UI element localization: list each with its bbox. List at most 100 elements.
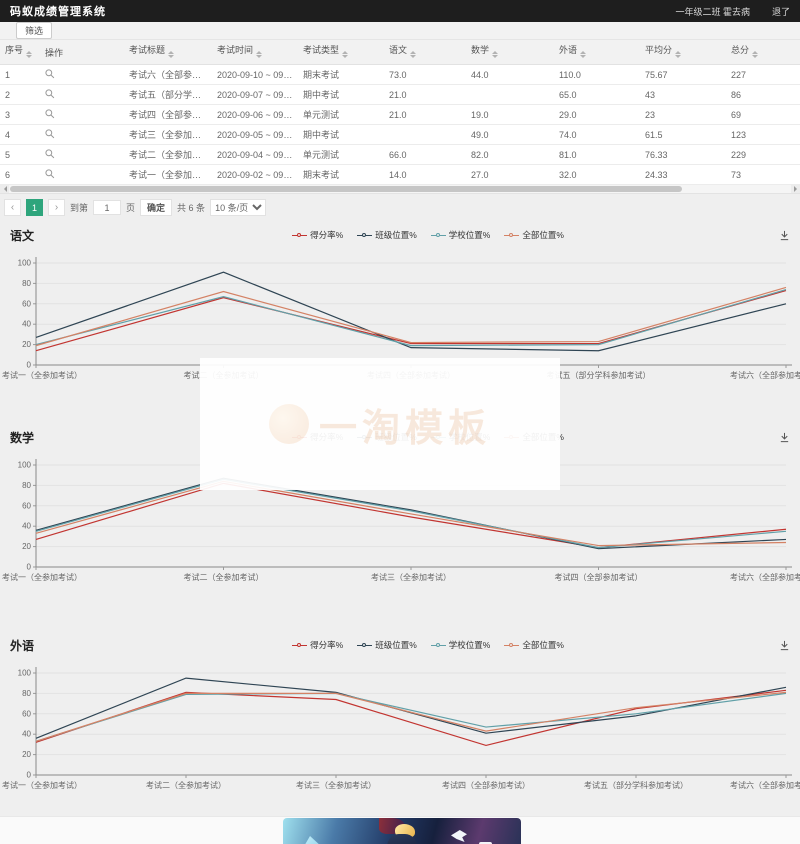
cell-action: [40, 65, 124, 85]
col-type: 考试类型: [298, 40, 384, 65]
current-page-button[interactable]: 1: [26, 199, 43, 216]
scroll-right-icon[interactable]: [791, 185, 800, 193]
legend-marker-icon: [431, 232, 446, 239]
series-line-得分率%: [36, 483, 786, 547]
magnifier-icon: [45, 91, 55, 101]
page-footer: 感谢ThinkPHP,X-adm…的支持。 本系统… M: [0, 816, 800, 844]
legend-item[interactable]: 得分率%: [292, 229, 343, 241]
sort-icon[interactable]: [752, 48, 758, 61]
download-chart-icon[interactable]: [776, 230, 790, 241]
cell-type: 期末考试: [298, 165, 384, 185]
cell-action: [40, 165, 124, 185]
col-title: 考试标题: [124, 40, 212, 65]
view-detail-button[interactable]: [45, 169, 55, 181]
cell-time: 2020-09-05 ~ 09-05: [212, 125, 298, 145]
cell-action: [40, 125, 124, 145]
column-label: 考试时间: [217, 45, 253, 55]
col-chinese: 语文: [384, 40, 466, 65]
cell-chinese: 14.0: [384, 165, 466, 185]
cell-title: 考试二（全参加考试）: [124, 145, 212, 165]
legend-label: 得分率%: [310, 639, 343, 651]
table-row: 2考试五（部分学科参加考试）2020-09-07 ~ 09-07期中考试21.0…: [0, 85, 800, 105]
svg-text:40: 40: [22, 730, 31, 739]
legend-marker-icon: [292, 642, 307, 649]
view-detail-button[interactable]: [45, 109, 55, 121]
app-header: 码蚁成绩管理系统 一年级二班 霍去病 退了: [0, 0, 800, 22]
legend-marker-icon: [357, 232, 372, 239]
sort-icon[interactable]: [410, 48, 416, 61]
svg-text:0: 0: [27, 771, 32, 780]
view-detail-button[interactable]: [45, 89, 55, 101]
legend-item[interactable]: 学校位置%: [431, 639, 491, 651]
logout-button[interactable]: 退了: [772, 5, 790, 18]
col-action: 操作: [40, 40, 124, 65]
cell-title: 考试三（全参加考试）: [124, 125, 212, 145]
cell-math: [466, 85, 554, 105]
cell-total: 229: [726, 145, 800, 165]
cell-time: 2020-09-10 ~ 09-10: [212, 65, 298, 85]
cell-math: 27.0: [466, 165, 554, 185]
view-detail-button[interactable]: [45, 69, 55, 81]
scrollbar-thumb[interactable]: [10, 186, 682, 192]
download-chart-icon[interactable]: [776, 640, 790, 651]
scroll-left-icon[interactable]: [0, 185, 9, 193]
x-axis-label: 考试四（全部参加考试）: [555, 572, 643, 582]
view-detail-button[interactable]: [45, 129, 55, 141]
next-page-button[interactable]: ›: [48, 199, 65, 216]
cell-average: 61.5: [640, 125, 726, 145]
column-label: 数学: [471, 45, 489, 55]
watermark-text: 一淘模板: [319, 397, 491, 452]
chart-title: 语文: [10, 227, 80, 244]
chart-block-3: 外语得分率%班级位置%学校位置%全部位置%020406080100考试一（全参加…: [0, 635, 800, 803]
sort-icon[interactable]: [580, 48, 586, 61]
confirm-page-button[interactable]: 确定: [140, 199, 172, 216]
line-chart-外语: 020406080100考试一（全参加考试）考试二（全参加考试）考试三（全参加考…: [0, 655, 800, 803]
svg-text:100: 100: [18, 669, 32, 678]
sort-icon[interactable]: [492, 48, 498, 61]
view-detail-button[interactable]: [45, 149, 55, 161]
legend-item[interactable]: 班级位置%: [357, 229, 417, 241]
cell-time: 2020-09-06 ~ 09-06: [212, 105, 298, 125]
horizontal-scrollbar[interactable]: [0, 185, 800, 194]
jump-page-input[interactable]: [93, 200, 121, 215]
legend-item[interactable]: 得分率%: [292, 639, 343, 651]
series-line-班级位置%: [36, 272, 786, 351]
series-line-全部位置%: [36, 287, 786, 345]
column-label: 外语: [559, 45, 577, 55]
legend-item[interactable]: 全部位置%: [504, 639, 564, 651]
legend-item[interactable]: 全部位置%: [504, 229, 564, 241]
sort-icon[interactable]: [26, 48, 32, 61]
cell-total: 73: [726, 165, 800, 185]
legend-label: 班级位置%: [375, 639, 417, 651]
cell-type: 期末考试: [298, 65, 384, 85]
jump-suffix-label: 页: [126, 201, 135, 214]
x-axis-label: 考试六（全部参加考试但满分不: [730, 370, 800, 380]
cell-index: 2: [0, 85, 40, 105]
exam-table-body: 1考试六（全部参加考试但满分…2020-09-10 ~ 09-10期末考试73.…: [0, 65, 800, 185]
footer-artwork-image: M: [283, 818, 521, 844]
cell-type: 单元测试: [298, 145, 384, 165]
svg-text:40: 40: [22, 320, 31, 329]
cell-time: 2020-09-04 ~ 09-04: [212, 145, 298, 165]
filter-button[interactable]: 筛选: [16, 22, 52, 39]
legend-item[interactable]: 学校位置%: [431, 229, 491, 241]
sort-icon[interactable]: [342, 48, 348, 61]
page-size-select[interactable]: 10 条/页: [210, 199, 266, 216]
download-chart-icon[interactable]: [776, 432, 790, 443]
x-axis-label: 考试五（部分学科参加考试）: [584, 780, 688, 790]
legend-item[interactable]: 班级位置%: [357, 639, 417, 651]
cell-action: [40, 105, 124, 125]
sort-icon[interactable]: [168, 48, 174, 61]
x-axis-label: 考试一（全参加考试）: [2, 370, 82, 380]
cell-total: 86: [726, 85, 800, 105]
prev-page-button[interactable]: ‹: [4, 199, 21, 216]
column-label: 语文: [389, 45, 407, 55]
table-row: 5考试二（全参加考试）2020-09-04 ~ 09-04单元测试66.082.…: [0, 145, 800, 165]
cell-title: 考试四（全部参加考试）: [124, 105, 212, 125]
exam-table: 序号操作考试标题考试时间考试类型语文数学外语平均分总分 1考试六（全部参加考试但…: [0, 40, 800, 185]
sort-icon[interactable]: [675, 48, 681, 61]
watermark-overlay: 一淘模板: [200, 358, 560, 490]
x-axis-label: 考试一（全参加考试）: [2, 780, 82, 790]
sort-icon[interactable]: [256, 48, 262, 61]
x-axis-label: 考试三（全参加考试）: [296, 780, 376, 790]
